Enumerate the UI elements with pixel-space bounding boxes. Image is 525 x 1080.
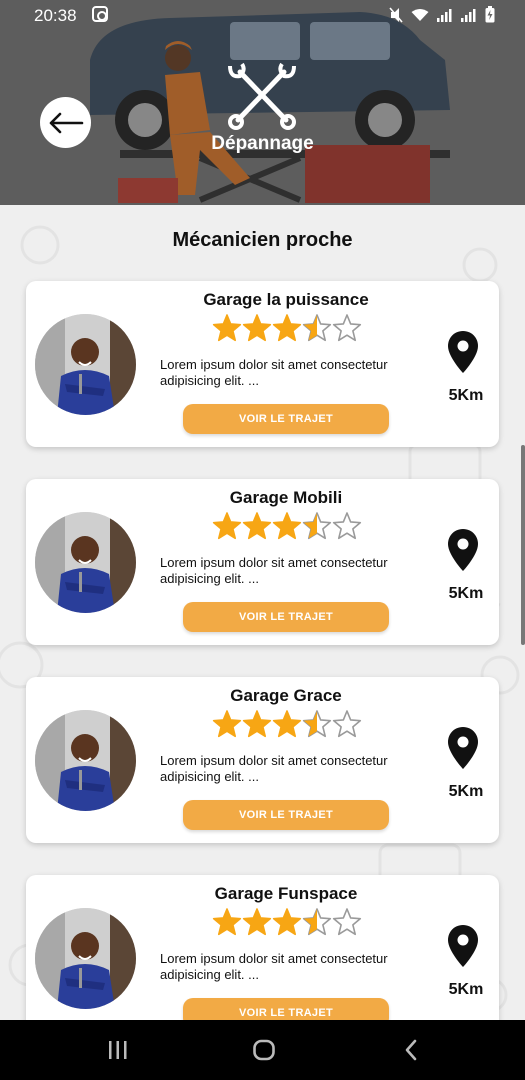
status-time: 20:38	[34, 6, 77, 25]
garage-card[interactable]: Garage Mobili Lorem ipsum dolor sit amet…	[26, 479, 499, 645]
garage-description: Lorem ipsum dolor sit amet consectetur a…	[160, 951, 388, 982]
garage-name: Garage Grace	[230, 686, 342, 705]
star-rating	[212, 908, 362, 936]
view-route-button[interactable]: VOIR LE TRAJET	[183, 998, 389, 1020]
view-route-button[interactable]: VOIR LE TRAJET	[183, 404, 389, 434]
garage-distance: 5Km	[448, 387, 484, 404]
section-title: Mécanicien proche	[172, 229, 353, 251]
view-route-button[interactable]: VOIR LE TRAJET	[183, 602, 389, 632]
status-bar: 20:38	[0, 0, 525, 32]
map-pin-icon	[448, 925, 478, 967]
instagram-icon	[92, 6, 108, 22]
mechanic-avatar	[35, 314, 136, 415]
home-icon	[253, 1039, 275, 1061]
star-icon	[212, 314, 242, 342]
mechanic-photo	[35, 710, 136, 811]
view-route-button[interactable]: VOIR LE TRAJET	[183, 800, 389, 830]
star-rating	[212, 710, 362, 738]
star-icon	[212, 512, 242, 540]
arrow-left-icon	[49, 112, 83, 133]
mechanic-avatar	[35, 710, 136, 811]
signal-icon	[437, 8, 452, 22]
recent-apps-icon	[109, 1041, 127, 1059]
scroll-indicator[interactable]	[521, 445, 525, 645]
star-icon	[272, 908, 302, 936]
page-title: Dépannage	[211, 133, 314, 154]
star-icon	[272, 512, 302, 540]
garage-card[interactable]: Garage Funspace Lorem ipsum dolor sit am…	[26, 875, 499, 1020]
garage-card[interactable]: Garage Grace Lorem ipsum dolor sit amet …	[26, 677, 499, 843]
header-banner: 20:38 Dépannage	[0, 0, 525, 205]
star-icon	[332, 710, 362, 738]
garage-name: Garage Funspace	[214, 884, 358, 903]
garage-description: Lorem ipsum dolor sit amet consectetur a…	[160, 753, 388, 784]
star-icon	[332, 314, 362, 342]
star-icon	[242, 314, 272, 342]
mechanic-list-area[interactable]: Mécanicien proche Garage la puissance Lo…	[0, 205, 525, 1020]
star-icon	[272, 710, 302, 738]
battery-icon	[485, 6, 495, 23]
star-icon	[332, 908, 362, 936]
home-button[interactable]	[251, 1038, 277, 1062]
star-icon	[272, 314, 302, 342]
system-back-button[interactable]	[400, 1038, 422, 1062]
star-icon	[242, 512, 272, 540]
status-icons	[389, 6, 495, 23]
star-icon	[242, 710, 272, 738]
mechanic-photo	[35, 512, 136, 613]
crossed-wrenches-icon	[228, 62, 296, 130]
star-icon	[212, 710, 242, 738]
star-icon	[212, 908, 242, 936]
star-icon	[242, 908, 272, 936]
mechanic-photo	[35, 314, 136, 415]
star-rating	[212, 512, 362, 540]
star-icon	[332, 512, 362, 540]
garage-distance: 5Km	[448, 783, 484, 800]
garage-name: Garage la puissance	[203, 290, 369, 309]
garage-name: Garage Mobili	[229, 488, 343, 507]
mechanic-avatar	[35, 512, 136, 613]
garage-card[interactable]: Garage la puissance Lorem ipsum dolor si…	[26, 281, 499, 447]
garage-distance: 5Km	[448, 585, 484, 602]
garage-description: Lorem ipsum dolor sit amet consectetur a…	[160, 555, 388, 586]
map-pin-icon	[448, 331, 478, 373]
garage-distance: 5Km	[448, 981, 484, 998]
system-nav-bar	[0, 1020, 525, 1080]
mechanic-photo	[35, 908, 136, 1009]
wifi-icon	[411, 8, 429, 21]
star-rating	[212, 314, 362, 342]
map-pin-icon	[448, 529, 478, 571]
garage-description: Lorem ipsum dolor sit amet consectetur a…	[160, 357, 388, 388]
map-pin-icon	[448, 727, 478, 769]
mechanic-avatar	[35, 908, 136, 1009]
signal-icon-2	[461, 8, 476, 22]
mute-icon	[389, 6, 403, 23]
chevron-left-icon	[405, 1039, 417, 1061]
recent-apps-button[interactable]	[106, 1038, 130, 1062]
